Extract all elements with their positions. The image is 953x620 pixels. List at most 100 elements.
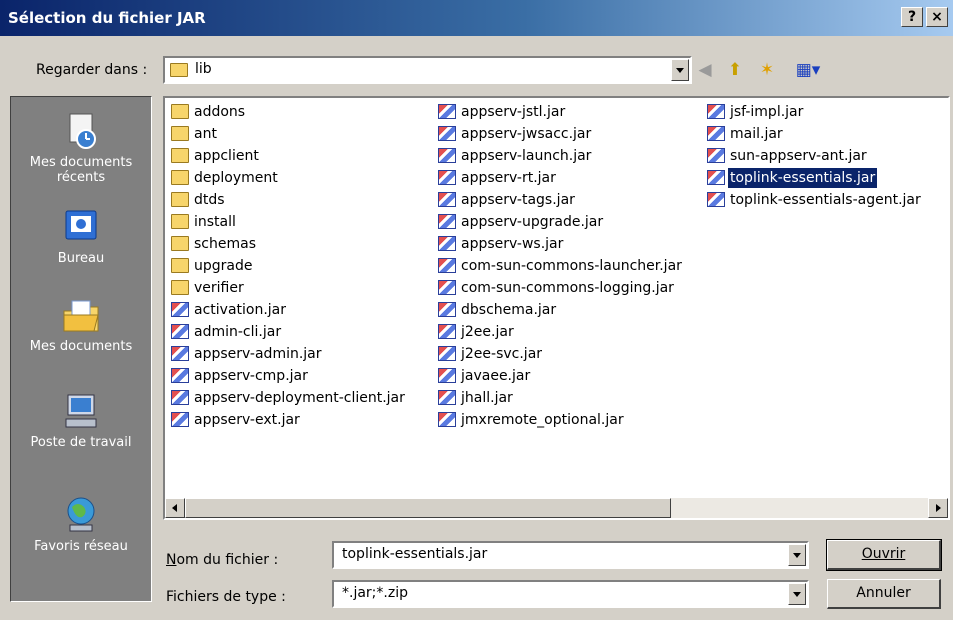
chevron-down-icon[interactable] [671,59,689,81]
filetype-dropdown[interactable]: *.jar;*.zip [332,580,809,608]
file-name: verifier [194,280,244,296]
folder-icon [171,257,189,273]
jar-file-icon [438,147,456,163]
place-my-computer[interactable]: Poste de travail [11,391,151,450]
help-button[interactable]: ? [901,7,923,27]
file-item[interactable]: dbschema.jar [438,300,684,322]
jar-file-icon [707,191,725,207]
file-item[interactable]: appserv-ws.jar [438,234,684,256]
jar-file-icon [438,103,456,119]
jar-file-icon [438,235,456,251]
folder-item[interactable]: install [171,212,407,234]
file-item[interactable]: appserv-deployment-client.jar [171,388,407,410]
file-item[interactable]: mail.jar [707,124,923,146]
folder-item[interactable]: appclient [171,146,407,168]
open-button[interactable]: Ouvrir [826,539,942,571]
horizontal-scrollbar[interactable] [165,498,948,518]
file-item[interactable]: appserv-launch.jar [438,146,684,168]
file-item[interactable]: appserv-tags.jar [438,190,684,212]
scroll-thumb[interactable] [185,498,671,518]
look-in-value: lib [195,61,212,77]
file-name: sun-appserv-ant.jar [730,148,867,164]
file-item[interactable]: appserv-ext.jar [171,410,407,432]
file-name: admin-cli.jar [194,324,282,340]
file-name: toplink-essentials.jar [726,167,879,189]
file-item[interactable]: com-sun-commons-launcher.jar [438,256,684,278]
cancel-button[interactable]: Annuler [827,579,941,609]
jar-file-icon [438,125,456,141]
file-name: jsf-impl.jar [730,104,804,120]
file-item[interactable]: appserv-cmp.jar [171,366,407,388]
up-folder-icon[interactable]: ⬆ [722,57,748,83]
chevron-down-icon[interactable] [788,583,806,605]
file-item[interactable]: sun-appserv-ant.jar [707,146,923,168]
filename-label: Nom du fichier : [166,552,279,568]
window-title: Sélection du fichier JAR [8,9,206,27]
place-network[interactable]: Favoris réseau [11,495,151,554]
place-label: Mes documents [29,339,133,354]
jar-file-icon [171,323,189,339]
file-name: appserv-tags.jar [461,192,575,208]
file-item[interactable]: j2ee-svc.jar [438,344,684,366]
file-name: addons [194,104,246,120]
file-item[interactable]: admin-cli.jar [171,322,407,344]
file-item[interactable]: appserv-jstl.jar [438,102,684,124]
filetype-value: *.jar;*.zip [342,585,408,601]
folder-item[interactable]: schemas [171,234,407,256]
new-folder-icon[interactable]: ✶ [754,57,780,83]
file-item[interactable]: j2ee.jar [438,322,684,344]
title-bar: Sélection du fichier JAR ? × [0,0,953,36]
file-column-2: appserv-jstl.jar appserv-jwsacc.jar appser… [438,102,684,432]
folder-item[interactable]: ant [171,124,407,146]
chevron-down-icon[interactable] [788,544,806,566]
file-item[interactable]: com-sun-commons-logging.jar [438,278,684,300]
place-desktop[interactable]: Bureau [11,207,151,266]
file-item[interactable]: toplink-essentials-agent.jar [707,190,923,212]
folder-item[interactable]: addons [171,102,407,124]
file-item[interactable]: javaee.jar [438,366,684,388]
desktop-icon [60,207,102,247]
place-label: Bureau [57,251,105,266]
file-item[interactable]: appserv-upgrade.jar [438,212,684,234]
file-name: ant [194,126,217,142]
back-arrow-icon[interactable]: ◀ [692,57,718,83]
scroll-right-button[interactable] [928,498,948,518]
place-recent-documents[interactable]: Mes documents récents [11,111,151,185]
file-name: com-sun-commons-launcher.jar [461,258,682,274]
file-name: dbschema.jar [461,302,557,318]
folder-item[interactable]: deployment [171,168,407,190]
places-bar: Mes documents récents Bureau Mes documen… [10,96,152,602]
jar-file-icon [438,213,456,229]
filename-input[interactable]: toplink-essentials.jar [332,541,809,569]
network-places-icon [60,495,102,535]
file-item[interactable]: jmxremote_optional.jar [438,410,684,432]
file-item[interactable]: appserv-admin.jar [171,344,407,366]
folder-item[interactable]: verifier [171,278,407,300]
file-name: install [194,214,236,230]
folder-icon [171,279,189,295]
file-list[interactable]: addons ant appclient deployment dtds install s… [163,96,950,520]
file-item[interactable]: activation.jar [171,300,407,322]
close-button[interactable]: × [926,7,948,27]
my-computer-icon [60,391,102,431]
file-name: appserv-jstl.jar [461,104,566,120]
views-menu-icon[interactable]: ▦▾ [790,57,826,83]
filetype-label: Fichiers de type : [166,589,286,605]
file-item[interactable]: toplink-essentials.jar [707,167,923,190]
look-in-label: Regarder dans : [36,62,148,78]
folder-item[interactable]: dtds [171,190,407,212]
folder-item[interactable]: upgrade [171,256,407,278]
file-name: deployment [194,170,278,186]
jar-file-icon [438,323,456,339]
scroll-left-button[interactable] [165,498,185,518]
look-in-dropdown[interactable]: lib [163,56,692,84]
file-item[interactable]: appserv-jwsacc.jar [438,124,684,146]
file-item[interactable]: jhall.jar [438,388,684,410]
place-my-documents[interactable]: Mes documents [11,295,151,354]
file-name: appserv-cmp.jar [194,368,308,384]
my-documents-icon [60,295,102,335]
file-name: jmxremote_optional.jar [461,412,624,428]
file-item[interactable]: appserv-rt.jar [438,168,684,190]
jar-file-icon [438,367,456,383]
file-item[interactable]: jsf-impl.jar [707,102,923,124]
